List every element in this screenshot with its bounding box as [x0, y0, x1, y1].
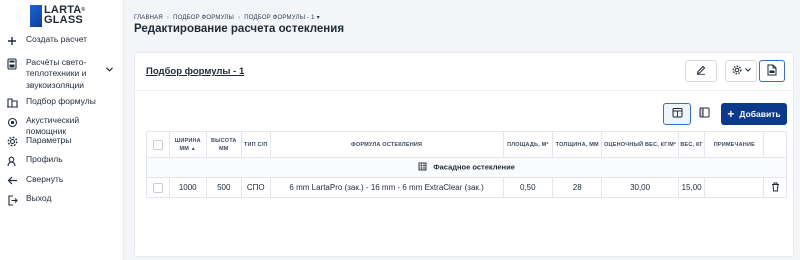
cell-actions	[763, 177, 787, 198]
row-select-cell	[146, 177, 170, 198]
card-header: Подбор формулы - 1	[135, 53, 793, 91]
gear-icon	[6, 136, 18, 148]
sidebar-item-label: Расчёты свето- теплотехники и звукоизоля…	[26, 56, 87, 90]
sidebar-item-acoustic[interactable]: Акустический помощник	[0, 115, 124, 136]
table-row[interactable]: 1000 500 СПО 6 mm LartaPro (зак.) - 16 m…	[146, 177, 787, 198]
select-all-checkbox[interactable]	[152, 139, 163, 150]
group-row: Фасадное остекление	[146, 157, 787, 178]
breadcrumb: ГЛАВНАЯ › ПОДБОР ФОРМУЛЫ › ПОДБОР ФОРМУЛЫ - …	[134, 14, 320, 21]
sidebar-item-create[interactable]: Создать расчет	[0, 34, 124, 54]
sidebar-item-formula[interactable]: Подбор формулы	[0, 96, 124, 116]
logo-reg: ®	[81, 7, 86, 13]
sidebar-item-logout[interactable]: Выход	[0, 193, 124, 213]
add-button[interactable]: + Добавить	[721, 103, 787, 125]
gear-icon	[732, 65, 742, 78]
breadcrumb-formula[interactable]: ПОДБОР ФОРМУЛЫ	[173, 15, 234, 21]
cell-formula: 6 mm LartaPro (зак.) - 16 mm - 6 mm Extr…	[269, 177, 504, 198]
sidebar-item-label: Выход	[26, 193, 52, 203]
sort-asc-icon: ▲	[190, 145, 196, 152]
breadcrumb-home[interactable]: ГЛАВНАЯ	[134, 15, 163, 21]
plus-icon: +	[727, 107, 735, 121]
trash-icon[interactable]	[771, 182, 780, 194]
cell-type: СПО	[240, 177, 271, 198]
acoustic-icon	[6, 116, 18, 128]
col-note-header[interactable]: ПРИМЕЧАНИЕ	[704, 131, 765, 158]
select-all-cell	[146, 131, 170, 158]
group-cell: Фасадное остекление	[146, 157, 787, 178]
sidebar-item-calculations[interactable]: Расчёты свето- теплотехники и звукоизоля…	[0, 54, 124, 96]
page-title: Редактирование расчета остекления	[134, 23, 345, 35]
sidebar: LARTA® GLASS Создать расчет Расчёты свет…	[0, 0, 124, 260]
sidebar-item-label: Параметры	[26, 134, 72, 145]
pencil-icon	[696, 65, 706, 78]
cell-width: 1000	[168, 177, 207, 198]
col-weight-header[interactable]: ВЕС, КГ	[677, 131, 706, 158]
calculation-card: Подбор формулы - 1 + Добавить ШИРИНА ММ …	[134, 52, 794, 257]
cell-weight: 15,00	[677, 177, 706, 198]
cell-area: 0,50	[502, 177, 554, 198]
table-view-button[interactable]	[663, 103, 691, 125]
building-icon	[6, 97, 18, 109]
export-pdf-button[interactable]	[759, 60, 785, 82]
logo[interactable]: LARTA® GLASS	[30, 5, 85, 27]
col-width-header[interactable]: ШИРИНА ММ ▲	[168, 131, 207, 158]
sidebar-item-label: Подбор формулы	[26, 95, 96, 106]
breadcrumb-separator: ›	[166, 15, 170, 21]
breadcrumb-dropdown-icon[interactable]: ▾	[317, 15, 320, 21]
settings-dropdown-button[interactable]	[725, 60, 757, 82]
logo-line2: GLASS	[44, 14, 83, 26]
col-actions-header	[763, 131, 787, 158]
chevron-down-icon	[744, 68, 751, 74]
col-est-weight-header[interactable]: ОЦЕНОЧНЫЙ ВЕС, КГ/М²	[601, 131, 679, 158]
columns-icon	[699, 107, 710, 121]
plus-icon	[6, 35, 18, 47]
col-type-header[interactable]: ТИП С/П	[240, 131, 271, 158]
sidebar-item-label: Свернуть	[26, 173, 64, 184]
breadcrumb-separator: ›	[238, 15, 241, 21]
facade-icon	[418, 162, 427, 173]
col-area-header[interactable]: ПЛОЩАДЬ, М²	[502, 131, 554, 158]
table-header-row: ШИРИНА ММ ▲ ВЫСОТА ММ ТИП С/П ФОРМУЛА ОС…	[146, 131, 787, 158]
add-button-label: Добавить	[739, 109, 781, 119]
logo-mark	[30, 5, 42, 27]
col-height-header[interactable]: ВЫСОТА ММ	[205, 131, 242, 158]
edit-button[interactable]	[685, 60, 717, 82]
user-icon	[6, 155, 18, 167]
sidebar-item-label: Профиль	[26, 154, 63, 164]
cell-thickness: 28	[551, 177, 603, 198]
cell-note[interactable]	[704, 177, 765, 198]
calendar-table-icon	[672, 107, 683, 121]
sidebar-item-label: Создать расчет	[26, 34, 88, 44]
sidebar-item-parameters[interactable]: Параметры	[0, 135, 124, 155]
pdf-file-icon	[767, 64, 777, 79]
sidebar-item-collapse[interactable]: Свернуть	[0, 174, 124, 194]
col-thickness-header[interactable]: ТОЛЩИНА, ММ	[551, 131, 603, 158]
cell-est-weight: 30,00	[601, 177, 679, 198]
row-checkbox[interactable]	[152, 182, 163, 193]
card-title[interactable]: Подбор формулы - 1	[146, 66, 244, 77]
glazing-table: ШИРИНА ММ ▲ ВЫСОТА ММ ТИП С/П ФОРМУЛА ОС…	[146, 131, 787, 198]
cell-height: 500	[205, 177, 242, 198]
split-view-button[interactable]	[693, 103, 715, 125]
breadcrumb-current[interactable]: ПОДБОР ФОРМУЛЫ - 1	[244, 15, 314, 21]
sidebar-nav: Создать расчет Расчёты свето- теплотехни…	[0, 34, 124, 213]
logout-icon	[6, 194, 18, 206]
chevron-down-icon[interactable]	[106, 65, 113, 74]
group-label: Фасадное остекление	[433, 162, 515, 172]
col-formula-header[interactable]: ФОРМУЛА ОСТЕКЛЕНИЯ	[269, 131, 504, 158]
calculator-icon	[6, 57, 18, 70]
sidebar-item-profile[interactable]: Профиль	[0, 154, 124, 174]
arrow-left-icon	[6, 175, 18, 187]
